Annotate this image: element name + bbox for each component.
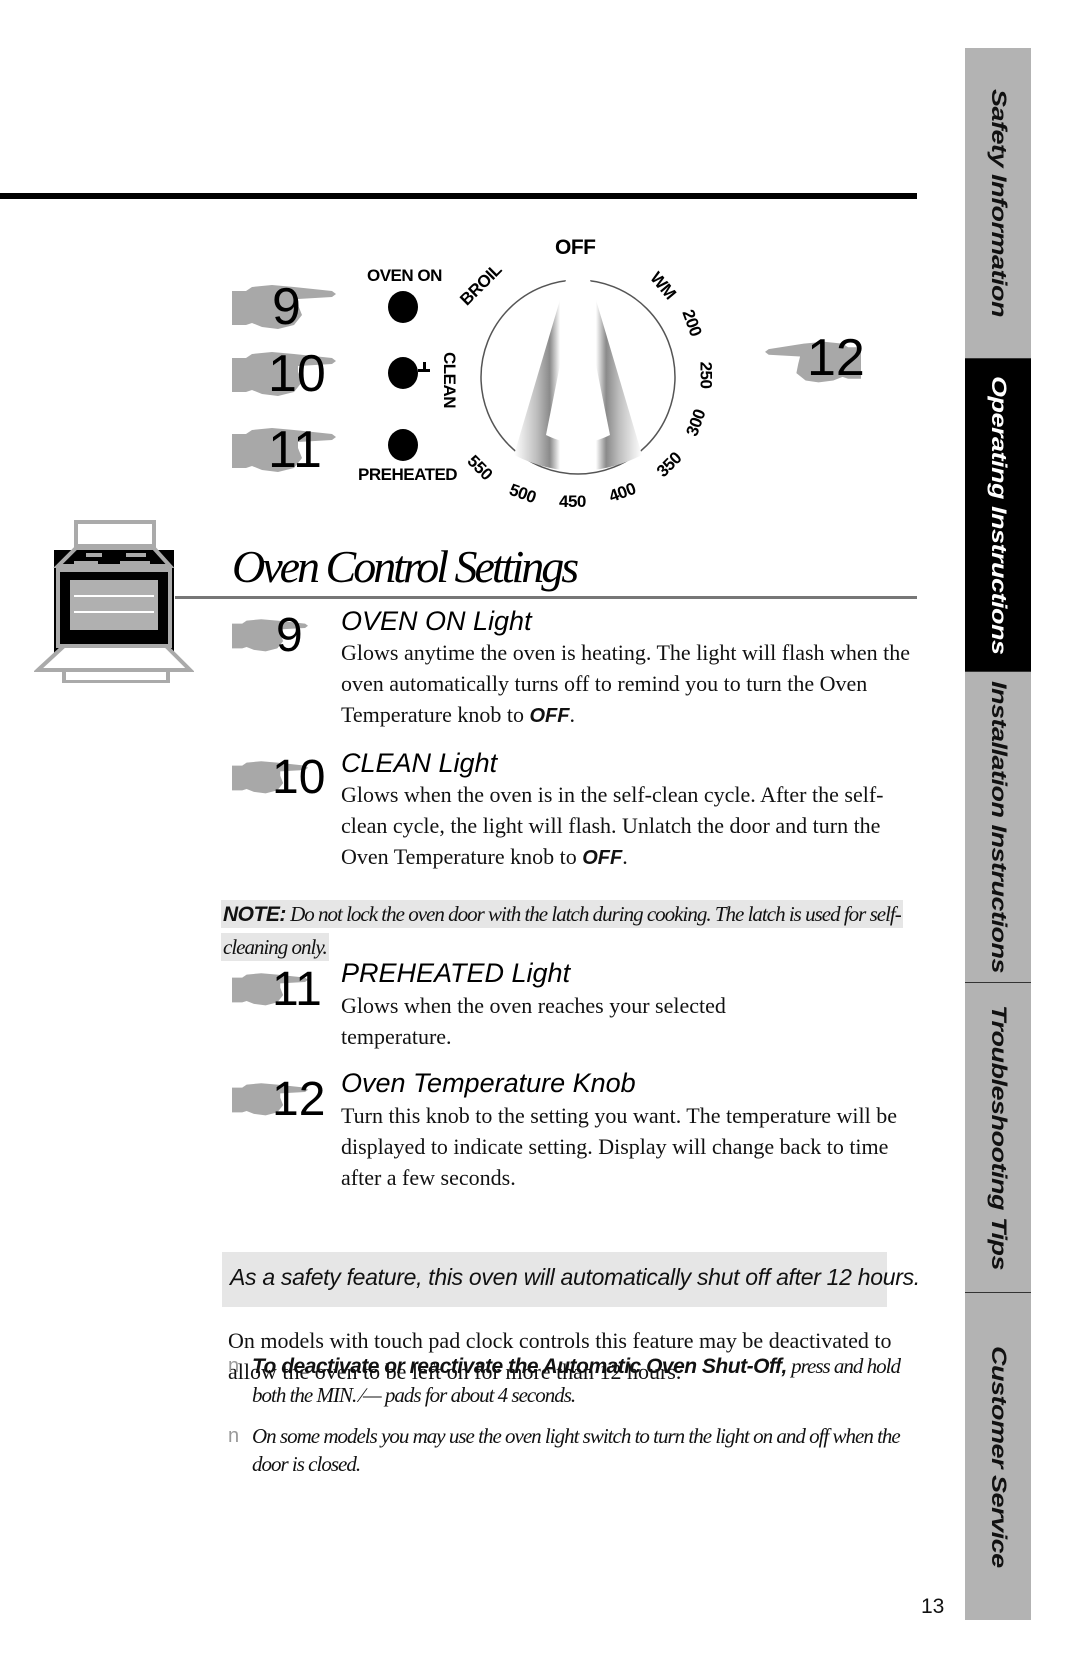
item-number: 12 (272, 1073, 326, 1126)
item-10-marker: 10 (232, 754, 325, 803)
knob-label-off: OFF (555, 236, 596, 259)
safety-callout-text: As a safety feature, this oven will auto… (230, 1264, 920, 1290)
oven-on-indicator-light (388, 291, 418, 323)
item-body-oven-temperature-knob: Turn this knob to the setting you want. … (341, 1103, 898, 1190)
preheated-label: PREHEATED (358, 465, 458, 484)
bullet-marker: n (228, 1425, 239, 1447)
item-number: 11 (272, 963, 322, 1016)
header-rule (0, 193, 917, 199)
off-emphasis: OFF (582, 847, 623, 869)
body-tail: . (622, 844, 628, 869)
off-emphasis: OFF (529, 705, 570, 727)
item-heading-clean-light: CLEAN Light (341, 748, 498, 778)
callout-number: 10 (268, 345, 326, 403)
tab-label: Operating Instructions (986, 375, 1011, 655)
page-title: Oven Control Settings (232, 541, 579, 592)
section-tabs: Safety Information Operating Instruction… (965, 48, 1031, 1620)
bullet-oven-light-switch: n On some models you may use the oven li… (228, 1422, 918, 1478)
bullet-text: On some models you may use the oven ligh… (252, 1424, 901, 1476)
bullet-deactivate-shutoff: n To deactivate or reactivate the Automa… (228, 1352, 918, 1409)
bullet-bold-text: To deactivate or reactivate the Automati… (252, 1355, 787, 1378)
oven-on-label: OVEN ON (367, 266, 442, 285)
callout-9: 9 (232, 281, 336, 336)
callout-number: 11 (268, 421, 322, 479)
item-heading-oven-on-light: OVEN ON Light (341, 606, 532, 636)
bullet-marker: n (228, 1355, 239, 1377)
callout-12: 12 (765, 332, 865, 391)
tab-label: Troubleshooting Tips (986, 1005, 1011, 1270)
tab-label: Safety Information (986, 88, 1011, 318)
body-text: Glows anytime the oven is heating. The l… (341, 640, 911, 727)
item-body-preheated-light: Glows when the oven reaches your selecte… (341, 993, 726, 1049)
item-body-oven-on-light: Glows anytime the oven is heating. The l… (341, 637, 921, 732)
page-number: 13 (921, 1595, 945, 1618)
oven-range-icon (34, 520, 194, 683)
item-9-marker: 9 (232, 612, 308, 661)
knob-label-450: 450 (559, 492, 586, 511)
preheated-indicator-light (388, 429, 418, 461)
item-body-clean-light: Glows when the oven is in the self-clean… (341, 779, 921, 874)
title-rule (175, 596, 917, 599)
tab-customer-service[interactable]: Customer Service (965, 1293, 1031, 1620)
body-tail: . (569, 702, 575, 727)
item-12-marker: 12 (232, 1076, 325, 1125)
knob-label-250: 250 (696, 361, 716, 389)
callout-number: 9 (272, 278, 301, 336)
clean-label: CLEAN (440, 351, 460, 409)
note-callout: NOTE: Do not lock the oven door with the… (221, 898, 911, 963)
item-heading-oven-temperature-knob: Oven Temperature Knob (341, 1068, 636, 1098)
tab-operating-instructions[interactable]: Operating Instructions (965, 359, 1031, 672)
tab-troubleshooting-tips[interactable]: Troubleshooting Tips (965, 983, 1031, 1293)
item-number: 10 (272, 751, 326, 804)
callout-10: 10 (232, 348, 336, 403)
callout-11: 11 (232, 424, 336, 479)
item-11-marker: 11 (232, 966, 322, 1015)
clean-indicator-light (388, 357, 418, 389)
callout-number: 12 (807, 329, 865, 387)
item-number: 9 (276, 609, 303, 662)
note-text: Do not lock the oven door with the latch… (223, 902, 902, 959)
clean-connector-tick (423, 362, 426, 370)
tab-label: Installation Instructions (986, 680, 1011, 974)
note-label: NOTE: (223, 903, 286, 926)
tab-label: Customer Service (986, 1345, 1011, 1568)
tab-installation-instructions[interactable]: Installation Instructions (965, 672, 1031, 983)
item-heading-preheated-light: PREHEATED Light (341, 958, 571, 988)
tab-safety-information[interactable]: Safety Information (965, 48, 1031, 359)
